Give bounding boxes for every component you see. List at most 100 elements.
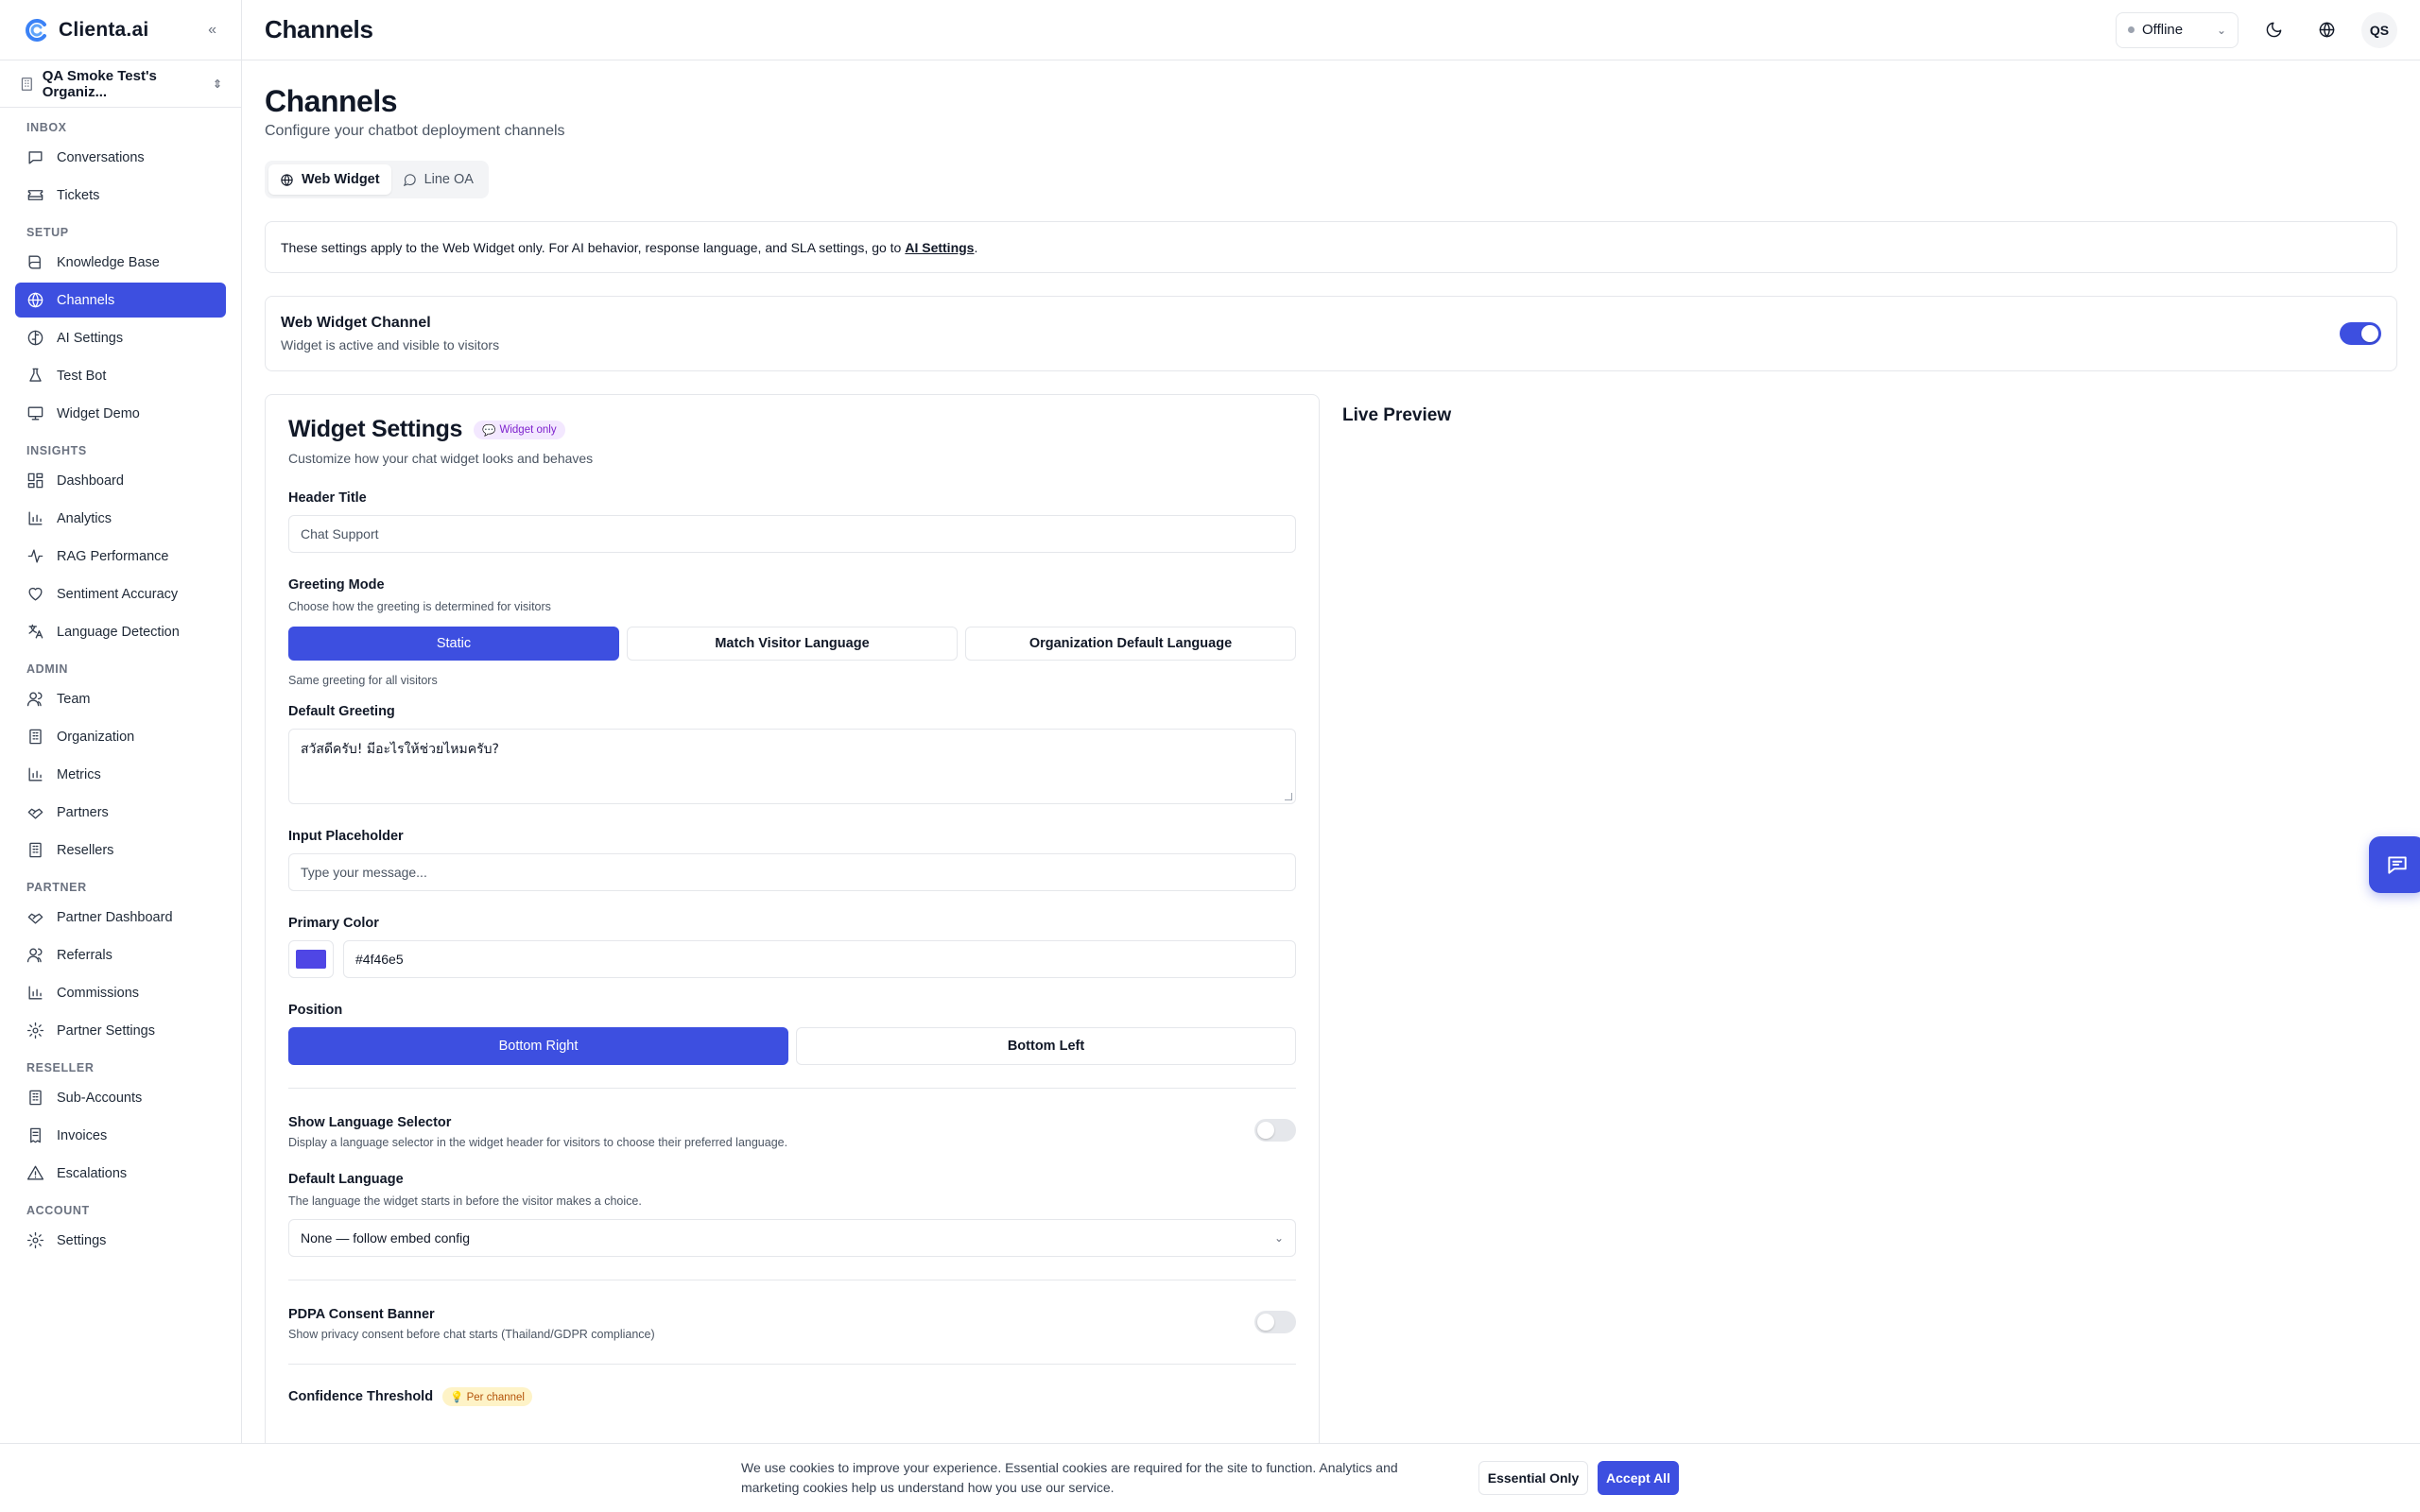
sidebar-item-label: Settings xyxy=(57,1232,107,1248)
pdpa-toggle[interactable] xyxy=(1254,1311,1296,1333)
sidebar-item-label: Partner Dashboard xyxy=(57,909,173,925)
position-bottom-left-button[interactable]: Bottom Left xyxy=(796,1027,1296,1065)
sidebar-item-label: AI Settings xyxy=(57,330,124,346)
sidebar-item-label: Referrals xyxy=(57,947,112,963)
sidebar-item-team[interactable]: Team xyxy=(15,681,226,716)
chevron-down-icon: ⌄ xyxy=(2216,23,2226,37)
book-icon xyxy=(28,255,41,269)
sidebar-item-language-detection[interactable]: Language Detection xyxy=(15,614,226,649)
accept-all-button[interactable]: Accept All xyxy=(1598,1461,1679,1495)
sidebar-item-label: Commissions xyxy=(57,985,140,1001)
default-language-select[interactable]: None — follow embed config ⌄ xyxy=(288,1219,1296,1257)
sidebar-item-organization[interactable]: Organization xyxy=(15,719,226,754)
color-picker[interactable] xyxy=(288,940,334,978)
sidebar-item-label: Conversations xyxy=(57,149,145,165)
page-subtitle: Configure your chatbot deployment channe… xyxy=(265,123,565,139)
globe-icon xyxy=(281,173,293,186)
status-select[interactable]: Offline ⌄ xyxy=(2116,11,2238,48)
sidebar-item-conversations[interactable]: Conversations xyxy=(15,140,226,175)
badge-label: Widget only xyxy=(499,423,557,436)
brand-header: Clienta.ai « xyxy=(0,0,241,60)
greeting-mode-static-button[interactable]: Static xyxy=(288,627,619,661)
sidebar-item-escalations[interactable]: Escalations xyxy=(15,1156,226,1191)
default-greeting-value: สวัสดีครับ! มีอะไรให้ช่วยไหมครับ? xyxy=(301,742,499,757)
info-notice: These settings apply to the Web Widget o… xyxy=(265,221,2397,273)
sidebar-item-referrals[interactable]: Referrals xyxy=(15,937,226,972)
sidebar-item-commissions[interactable]: Commissions xyxy=(15,975,226,1010)
resize-grip-icon[interactable] xyxy=(1285,793,1292,800)
sidebar-item-sub-accounts[interactable]: Sub-Accounts xyxy=(15,1080,226,1115)
users-icon xyxy=(26,948,43,963)
header-title-input[interactable]: Chat Support xyxy=(288,515,1296,553)
tab-line-oa[interactable]: Line OA xyxy=(391,164,485,195)
sidebar-item-sentiment-accuracy[interactable]: Sentiment Accuracy xyxy=(15,576,226,611)
widget-settings-card: Widget Settings 💬 Widget only Customize … xyxy=(265,394,1320,1512)
nav-section-title: PARTNER xyxy=(26,881,87,894)
greeting-mode-segmented: Static Match Visitor Language Organizati… xyxy=(288,627,1296,661)
chevron-updown-icon: ⇕ xyxy=(212,77,222,91)
live-preview-title: Live Preview xyxy=(1342,405,1452,425)
sidebar-item-metrics[interactable]: Metrics xyxy=(15,757,226,792)
sidebar-item-channels[interactable]: Channels xyxy=(15,283,226,318)
org-switcher[interactable]: QA Smoke Test's Organiz... ⇕ xyxy=(0,60,241,108)
sidebar-item-test-bot[interactable]: Test Bot xyxy=(15,358,226,393)
sidebar-item-ai-settings[interactable]: AI Settings xyxy=(15,320,226,355)
topbar-title: Channels xyxy=(265,15,373,43)
ai-settings-link[interactable]: AI Settings xyxy=(905,240,974,255)
primary-color-input[interactable]: #4f46e5 xyxy=(343,940,1296,978)
message-circle-icon xyxy=(403,173,416,186)
input-placeholder-field[interactable]: Type your message... xyxy=(288,853,1296,891)
sidebar-item-widget-demo[interactable]: Widget Demo xyxy=(15,396,226,431)
sidebar-item-label: RAG Performance xyxy=(57,548,169,564)
chat-launcher-button[interactable] xyxy=(2369,836,2420,893)
brand-name: Clienta.ai xyxy=(59,18,149,41)
theme-toggle-button[interactable] xyxy=(2256,12,2291,48)
sidebar-item-rag-performance[interactable]: RAG Performance xyxy=(15,539,226,574)
nav-section-title: ADMIN xyxy=(26,662,68,676)
sidebar-item-label: Sentiment Accuracy xyxy=(57,586,179,602)
sidebar-item-label: Partners xyxy=(57,804,109,820)
sidebar-item-knowledge-base[interactable]: Knowledge Base xyxy=(15,245,226,280)
primary-color-label: Primary Color xyxy=(288,916,379,931)
position-segmented: Bottom Right Bottom Left xyxy=(288,1027,1296,1065)
greeting-mode-org-default-button[interactable]: Organization Default Language xyxy=(965,627,1296,661)
input-placeholder-label: Input Placeholder xyxy=(288,829,404,844)
default-language-label: Default Language xyxy=(288,1172,404,1187)
channel-enabled-toggle[interactable] xyxy=(2340,322,2381,345)
sidebar-item-label: Partner Settings xyxy=(57,1022,155,1039)
handshake-icon xyxy=(27,913,43,924)
status-dot xyxy=(2128,26,2135,33)
channel-title: Web Widget Channel xyxy=(281,315,431,331)
lightbulb-icon: 💡 xyxy=(450,1392,464,1403)
status-value: Offline xyxy=(2142,22,2184,38)
handshake-icon xyxy=(27,808,43,819)
main-content: Channels Configure your chatbot deployme… xyxy=(265,60,2397,1512)
pdpa-hint: Show privacy consent before chat starts … xyxy=(288,1328,655,1341)
sidebar-item-tickets[interactable]: Tickets xyxy=(15,178,226,213)
confidence-threshold-label: Confidence Threshold xyxy=(288,1389,434,1404)
sidebar-item-dashboard[interactable]: Dashboard xyxy=(15,463,226,498)
sidebar-item-analytics[interactable]: Analytics xyxy=(15,501,226,536)
sidebar-item-label: Widget Demo xyxy=(57,405,140,421)
sidebar-nav: INBOX Conversations Tickets SETUP Knowledge … xyxy=(0,108,241,1268)
sidebar-item-resellers[interactable]: Resellers xyxy=(15,833,226,868)
bar-chart-icon xyxy=(28,511,43,525)
building-icon xyxy=(29,842,42,858)
greeting-mode-match-visitor-button[interactable]: Match Visitor Language xyxy=(627,627,958,661)
language-selector-label: Show Language Selector xyxy=(288,1115,452,1130)
sidebar-item-partner-settings[interactable]: Partner Settings xyxy=(15,1013,226,1048)
monitor-icon xyxy=(27,406,43,421)
default-greeting-textarea[interactable]: สวัสดีครับ! มีอะไรให้ช่วยไหมครับ? xyxy=(288,729,1296,804)
collapse-sidebar-icon[interactable]: « xyxy=(208,22,216,39)
tab-web-widget[interactable]: Web Widget xyxy=(268,164,391,195)
sidebar-item-partners[interactable]: Partners xyxy=(15,795,226,830)
sidebar-item-partner-dashboard[interactable]: Partner Dashboard xyxy=(15,900,226,935)
org-name: QA Smoke Test's Organiz... xyxy=(42,67,157,100)
position-bottom-right-button[interactable]: Bottom Right xyxy=(288,1027,788,1065)
language-button[interactable] xyxy=(2308,12,2344,48)
avatar[interactable]: QS xyxy=(2361,11,2397,48)
sidebar-item-settings[interactable]: Settings xyxy=(15,1223,226,1258)
language-selector-toggle[interactable] xyxy=(1254,1119,1296,1142)
sidebar-item-invoices[interactable]: Invoices xyxy=(15,1118,226,1153)
essential-only-button[interactable]: Essential Only xyxy=(1478,1461,1588,1495)
